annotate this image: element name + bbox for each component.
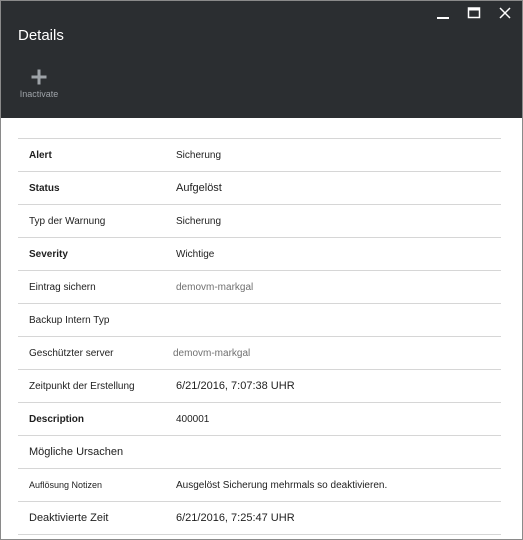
detail-label: Geschützter server xyxy=(29,347,114,359)
detail-label: Mögliche Ursachen xyxy=(29,446,124,458)
detail-row-created-time: Zeitpunkt der Erstellung 6/21/2016, 7:07… xyxy=(18,370,501,403)
plus-icon xyxy=(29,67,49,87)
detail-value: Wichtige xyxy=(176,248,215,260)
detail-label: Zeitpunkt der Erstellung xyxy=(29,380,135,392)
detail-row-resolution-notes: Auflösung Notizen Ausgelöst Sicherung me… xyxy=(18,469,501,502)
detail-row-status: Status Aufgelöst xyxy=(18,172,501,205)
detail-label: Backup Intern Typ xyxy=(29,314,110,326)
detail-value: Sicherung xyxy=(176,215,222,227)
detail-value: 6/21/2016, 7:25:47 UHR xyxy=(176,512,295,524)
detail-value: Aufgelöst xyxy=(176,182,222,194)
inactivate-button[interactable]: Inactivate xyxy=(15,67,63,107)
close-icon xyxy=(499,7,511,19)
detail-label: Typ der Warnung xyxy=(29,215,106,227)
detail-row-possible-causes: Mögliche Ursachen xyxy=(18,436,501,469)
detail-row-alert-type: Typ der Warnung Sicherung xyxy=(18,205,501,238)
detail-label: Status xyxy=(29,182,60,194)
detail-row-alert: Alert Sicherung xyxy=(18,139,501,172)
details-table: Alert Sicherung Status Aufgelöst Typ der… xyxy=(18,138,501,535)
minimize-button[interactable] xyxy=(432,4,454,22)
detail-label: Eintrag sichern xyxy=(29,281,96,293)
detail-label: Deaktivierte Zeit xyxy=(29,512,109,524)
close-button[interactable] xyxy=(494,4,516,22)
detail-value-link[interactable]: demovm-markgal xyxy=(173,348,250,359)
detail-label: Description xyxy=(29,413,85,425)
detail-row-backup-item-type: Backup Intern Typ xyxy=(18,304,501,337)
maximize-button[interactable] xyxy=(463,4,485,22)
detail-row-description: Description 400001 xyxy=(18,403,501,436)
detail-row-severity: Severity Wichtige xyxy=(18,238,501,271)
detail-label: Alert xyxy=(29,149,52,161)
detail-value: Ausgelöst Sicherung mehrmals so deaktivi… xyxy=(176,479,388,491)
blade-title: Details xyxy=(18,27,64,44)
detail-value-link[interactable]: demovm-markgal xyxy=(176,282,253,293)
detail-value: 6/21/2016, 7:07:38 UHR xyxy=(176,380,295,392)
minimize-icon xyxy=(437,17,449,19)
detail-row-deactivated-time: Deaktivierte Zeit 6/21/2016, 7:25:47 UHR xyxy=(18,502,501,535)
details-blade: Details Inactivate Alert Sicherung Statu… xyxy=(0,0,523,540)
detail-row-backup-item: Eintrag sichern demovm-markgal xyxy=(18,271,501,304)
detail-value: 400001 xyxy=(176,413,210,425)
detail-label: Auflösung Notizen xyxy=(29,480,103,490)
detail-label: Severity xyxy=(29,248,68,260)
inactivate-label: Inactivate xyxy=(19,89,59,99)
detail-row-protected-server: Geschützter server demovm-markgal xyxy=(18,337,501,370)
blade-header: Details Inactivate xyxy=(1,1,522,118)
detail-value: Sicherung xyxy=(176,149,222,161)
maximize-icon xyxy=(467,7,481,19)
window-controls xyxy=(423,4,516,22)
